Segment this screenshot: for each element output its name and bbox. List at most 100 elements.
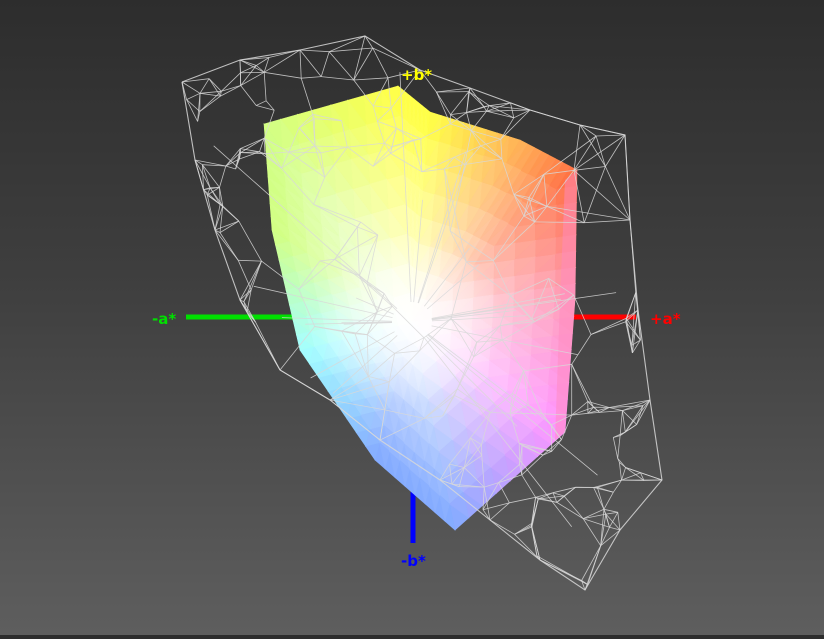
wireframe-edge <box>574 125 580 170</box>
wireframe-edge <box>241 86 257 106</box>
wireframe-edge <box>354 78 388 80</box>
wireframe-edge <box>329 52 354 80</box>
wireframe-edge <box>596 136 605 167</box>
wireframe-edge <box>226 166 236 169</box>
wireframe-edge <box>583 519 601 546</box>
plus-b-axis-label: +b* <box>401 66 432 84</box>
wireframe-edge <box>514 110 530 118</box>
wireframe-edge <box>215 230 238 260</box>
wireframe-edge <box>564 496 583 519</box>
wireframe-edge <box>241 72 265 85</box>
wireframe-edge <box>469 92 484 107</box>
wireframe-edge <box>487 111 514 118</box>
wireframe-edge <box>583 514 606 519</box>
wireframe-edge <box>618 436 620 459</box>
wireframe-edge <box>601 530 620 546</box>
wireframe-edge <box>596 135 625 136</box>
wireframe-edge <box>264 72 266 101</box>
wireframe-edge <box>200 79 209 94</box>
wireframe-edge <box>354 36 365 80</box>
wireframe-edge <box>501 110 530 139</box>
wireframe-edge <box>574 136 596 170</box>
wireframe-edge <box>200 91 222 111</box>
wireframe-edge <box>220 166 226 187</box>
wireframe-edge <box>256 101 266 106</box>
wireframe-edge <box>509 497 535 503</box>
wireframe-edge <box>604 492 614 509</box>
wireframe-edge <box>622 468 626 481</box>
gamut-3d-viewport[interactable]: -a* +a* +b* -b* <box>0 0 824 635</box>
wireframe-edge <box>300 50 301 78</box>
wireframe-edge <box>619 462 621 480</box>
wireframe-edge <box>622 411 625 432</box>
wireframe-edge <box>574 135 625 170</box>
wireframe-edge <box>200 96 221 111</box>
wireframe-edge <box>238 260 261 261</box>
wireframe-edge <box>630 220 636 293</box>
wireframe-edge <box>553 493 564 496</box>
wireframe-edge <box>484 107 487 112</box>
wireframe-edge <box>256 106 274 111</box>
wireframe-edge <box>300 50 329 52</box>
wireframe-edge <box>620 424 637 435</box>
wireframe-edge <box>241 72 265 73</box>
wireframe-edge <box>572 335 591 365</box>
wireframe-edge <box>269 50 300 58</box>
wireframe-edge <box>606 512 618 514</box>
wireframe-edge <box>264 138 265 153</box>
wireframe-edge <box>515 527 532 534</box>
wireframe-edge <box>540 560 582 581</box>
wireframe-edge <box>187 93 200 99</box>
wireframe-edge <box>531 526 537 556</box>
wireframe-edge <box>604 509 610 527</box>
wireframe-edge <box>321 77 354 80</box>
wireframe-edge <box>605 167 630 221</box>
wireframe-edge <box>240 138 264 148</box>
wireframe-edge <box>613 438 617 459</box>
wireframe-edge <box>264 72 301 78</box>
wireframe-edge <box>436 92 450 115</box>
wireframe-edge <box>238 260 251 289</box>
wireframe-edge <box>354 48 373 80</box>
wireframe-edge <box>572 402 588 416</box>
wireframe-edge <box>580 125 605 167</box>
minus-a-axis-label: -a* <box>152 310 176 328</box>
wireframe-edge <box>301 77 321 79</box>
wireframe-edge <box>487 110 531 111</box>
wireframe-edge <box>551 425 552 451</box>
wireframe-edge <box>202 165 219 188</box>
wireframe-edge <box>583 509 604 518</box>
wireframe-edge <box>301 78 313 114</box>
wireframe-edge <box>591 318 626 334</box>
wireframe-edge <box>321 52 329 77</box>
wireframe-edge <box>451 92 469 115</box>
wireframe-edge <box>241 66 257 86</box>
wireframe-edge <box>247 312 280 370</box>
wireframe-edge <box>636 293 641 341</box>
wireframe-edge <box>489 106 514 118</box>
wireframe-edge <box>572 364 594 407</box>
wireframe-edge <box>467 92 469 113</box>
wireframe-edge <box>244 261 262 302</box>
wireframe-edge <box>584 220 630 223</box>
wireframe-edge <box>239 221 262 261</box>
wireframe-edge <box>619 462 625 467</box>
wireframe-edge <box>490 520 515 534</box>
wireframe-edge <box>209 79 221 92</box>
wireframe-edge <box>609 408 622 411</box>
minus-b-axis-label: -b* <box>401 552 426 570</box>
wireframe-edge <box>605 135 625 167</box>
wireframe-edge <box>220 204 239 221</box>
wireframe-edge <box>604 509 618 512</box>
wireframe-edge <box>625 135 630 220</box>
wireframe-edge <box>300 50 321 77</box>
wireframe-edge <box>515 534 540 560</box>
wireframe-edge <box>187 100 200 112</box>
wireframe-edge <box>530 110 580 125</box>
wireframe-edge <box>209 79 220 96</box>
plus-a-axis-label: +a* <box>650 310 681 328</box>
wireframe-edge <box>583 519 609 528</box>
wireframe-edge <box>594 488 614 493</box>
wireframe-edge <box>591 322 626 335</box>
wireframe-edge <box>597 480 621 487</box>
